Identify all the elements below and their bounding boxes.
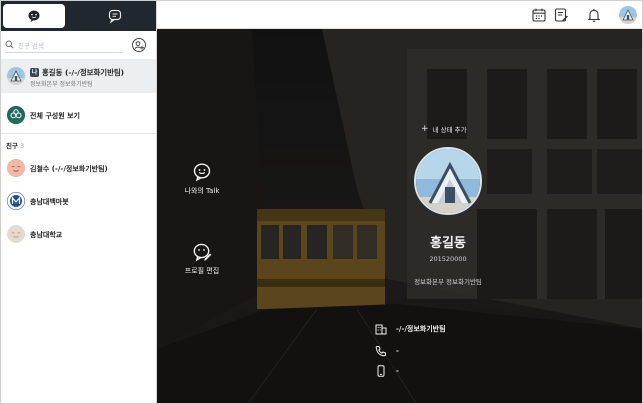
note-icon[interactable] xyxy=(553,7,569,23)
profile-department: 정보화본부 정보화기반팀 xyxy=(414,278,482,286)
tab-chats[interactable] xyxy=(84,4,146,28)
chat-bubble-smile-icon xyxy=(28,10,40,22)
friends-section-header: 친구 3 xyxy=(6,140,24,150)
edit-profile-button[interactable]: 프로필 편집 xyxy=(167,242,237,276)
chat-list-icon xyxy=(108,9,122,24)
avatar xyxy=(7,67,25,85)
team-text: -/-/정보화기반팀 xyxy=(396,325,446,333)
bell-icon[interactable] xyxy=(586,7,602,23)
add-status-label: 내 상태 추가 xyxy=(432,126,467,134)
add-friend-icon[interactable] xyxy=(131,37,147,53)
friend-row[interactable]: 충남대백마봇 xyxy=(1,190,156,212)
phone-text: - xyxy=(396,347,399,355)
avatar xyxy=(7,225,25,243)
friend-row[interactable]: 김철수 (-/-/정보화기반팀) xyxy=(1,157,156,179)
my-profile-row[interactable]: 나 홍길동 (-/-/정보화기반팀) 정보화본부 정보화기반팀 xyxy=(1,59,156,93)
phone-icon xyxy=(375,346,386,357)
profile-name: 홍길동 xyxy=(430,236,466,251)
friend-name: 김철수 (-/-/정보화기반팀) xyxy=(30,165,108,173)
plus-icon: + xyxy=(421,123,429,134)
divider xyxy=(1,133,156,134)
friend-name: 충남대학교 xyxy=(30,231,63,239)
app-window: 친구 검색 나 홍길동 (-/-/정보화기반팀) 정보화본부 정보화기반팀 전체… xyxy=(0,0,643,404)
friends-count: 3 xyxy=(19,142,25,150)
mobile-text: - xyxy=(396,367,399,375)
talk-with-me-label: 나와의 Talk xyxy=(184,187,220,195)
add-status-button[interactable]: + 내 상태 추가 xyxy=(421,124,467,134)
search-icon xyxy=(5,40,14,49)
friends-section-label: 친구 xyxy=(6,142,18,150)
profile-avatar[interactable] xyxy=(619,6,637,24)
top-toolbar xyxy=(157,1,642,29)
sidebar: 친구 검색 나 홍길동 (-/-/정보화기반팀) 정보화본부 정보화기반팀 전체… xyxy=(1,1,157,403)
chat-bubble-smile-icon xyxy=(193,163,211,182)
team-info-row: -/-/정보화기반팀 xyxy=(375,323,446,335)
all-members-row[interactable]: 전체 구성원 보기 xyxy=(1,101,156,129)
avatar xyxy=(7,159,25,177)
edit-profile-icon xyxy=(193,243,212,262)
talk-with-me-button[interactable]: 나와의 Talk xyxy=(167,162,237,196)
phone-info-row: - xyxy=(375,345,399,357)
my-department: 정보화본부 정보화기반팀 xyxy=(30,81,93,88)
profile-photo[interactable] xyxy=(414,147,482,215)
sidebar-tabbar xyxy=(1,1,156,31)
background-photo xyxy=(157,29,642,403)
my-name: 홍길동 (-/-/정보화기반팀) xyxy=(42,68,125,77)
edit-profile-label: 프로필 편집 xyxy=(184,267,220,275)
search-bar[interactable]: 친구 검색 xyxy=(5,37,123,53)
friend-name: 충남대백마봇 xyxy=(30,198,69,206)
profile-view: 나와의 Talk 프로필 편집 + 내 상태 추가 홍길동 201520000 … xyxy=(157,29,642,403)
mobile-info-row: - xyxy=(375,365,399,377)
avatar xyxy=(7,192,25,210)
calendar-icon[interactable] xyxy=(531,7,547,23)
profile-id: 201520000 xyxy=(429,255,467,263)
me-badge: 나 xyxy=(30,68,39,77)
mobile-icon xyxy=(377,365,385,377)
all-members-label: 전체 구성원 보기 xyxy=(30,112,80,120)
tab-friends[interactable] xyxy=(3,4,65,28)
search-input[interactable]: 친구 검색 xyxy=(18,40,44,50)
members-icon xyxy=(7,106,25,124)
friend-row[interactable]: 충남대학교 xyxy=(1,223,156,245)
building-icon xyxy=(375,324,387,335)
